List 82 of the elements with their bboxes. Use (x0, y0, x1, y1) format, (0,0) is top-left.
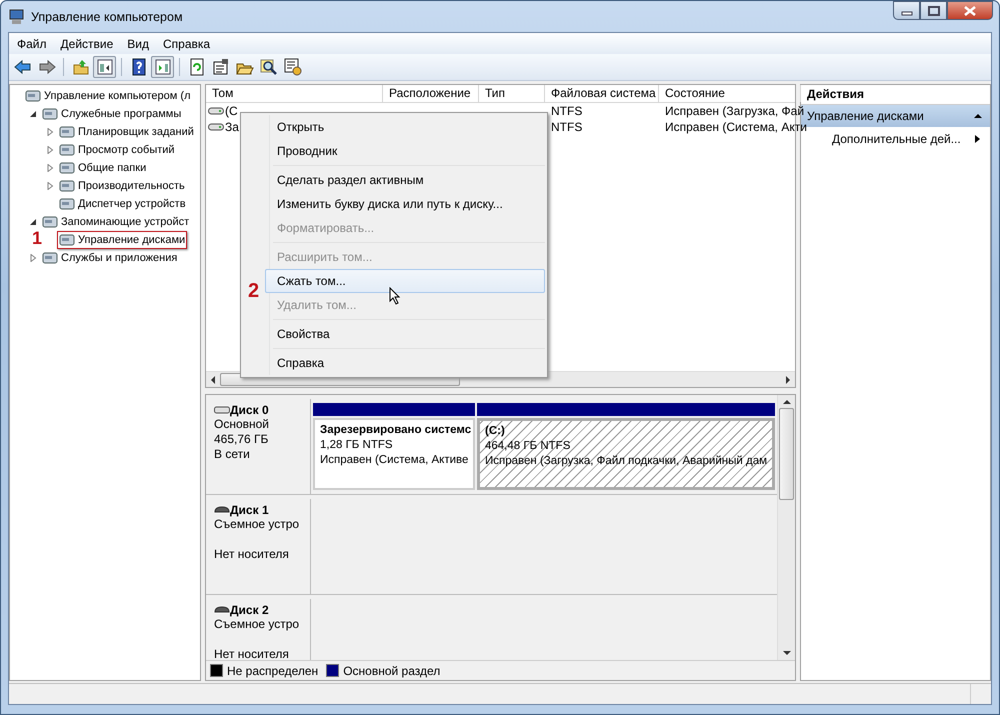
tree-item[interactable]: Служебные программы (61, 108, 182, 120)
partition-name: (C:) (485, 424, 506, 439)
tree-item[interactable]: Планировщик заданий (78, 126, 194, 138)
menu-item[interactable]: Изменить букву диска или путь к диску... (243, 192, 545, 216)
disk-type: Съемное устро (214, 517, 300, 532)
tree-item-icon (59, 178, 75, 194)
partition-status: Исправен (Система, Активе (320, 453, 468, 468)
legend-label: Не распределен (227, 664, 318, 678)
tree-item-icon (42, 106, 58, 122)
callout-number: 1 (32, 228, 42, 249)
tree-item[interactable]: Управление компьютером (л (44, 90, 190, 102)
table-cell: NTFS (551, 104, 582, 118)
partition-size: 464,48 ГБ NTFS (485, 439, 572, 454)
tree-item-icon (59, 124, 75, 140)
legend-label: Основной раздел (343, 664, 440, 678)
window-title: Управление компьютером (31, 10, 183, 24)
menu-item[interactable]: Открыть (243, 115, 545, 139)
tree-item-icon (25, 88, 41, 104)
tree-item[interactable]: Запоминающие устройст (61, 216, 190, 228)
tree-item-icon (42, 214, 58, 230)
scroll-down-icon[interactable] (782, 650, 790, 656)
disk-type: Основной (214, 417, 270, 432)
collapse-icon (974, 113, 982, 119)
drive-icon (208, 122, 224, 132)
removable-drive-icon (214, 505, 230, 515)
table-cell: NTFS (551, 120, 582, 134)
tree-item-icon (59, 160, 75, 176)
tree-item-icon (59, 142, 75, 158)
disk-type: Съемное устро (214, 617, 300, 632)
disk-name: Диск 0 (230, 403, 269, 417)
table-cell: За (225, 120, 239, 134)
column-header[interactable]: Расположение (383, 85, 479, 102)
disk-name: Диск 1 (230, 503, 269, 517)
mouse-pointer-icon (389, 287, 401, 305)
column-header[interactable]: Тип (479, 85, 545, 102)
maximize-button[interactable] (920, 1, 947, 20)
tree-item[interactable]: Диспетчер устройств (78, 198, 186, 210)
tree-item-icon (59, 232, 75, 248)
disk-size: 465,76 ГБ (214, 432, 270, 447)
menu-item[interactable]: Сжать том... (265, 269, 545, 293)
computer-icon (9, 8, 25, 24)
expander-icon[interactable] (29, 110, 37, 118)
menu-item[interactable]: Сделать раздел активным (243, 168, 545, 192)
tree-item-icon (59, 196, 75, 212)
vertical-scrollbar[interactable] (777, 395, 795, 660)
disk-status: Нет носителя (214, 547, 290, 562)
tree-button[interactable] (93, 56, 116, 78)
tree-item[interactable]: Просмотр событий (78, 144, 175, 156)
menu-item[interactable]: Свойства (243, 322, 545, 346)
menu-item[interactable]: Вид (121, 34, 155, 52)
partition-size: 1,28 ГБ NTFS (320, 438, 394, 453)
action-link[interactable]: Дополнительные дей... (832, 132, 961, 146)
close-button[interactable] (947, 1, 993, 20)
tree-item[interactable]: Службы и приложения (61, 252, 178, 264)
scroll-right-icon[interactable] (785, 376, 791, 384)
tree-item[interactable]: Общие папки (78, 162, 146, 174)
maximize-icon (928, 6, 940, 16)
menu-item[interactable]: Справка (243, 351, 545, 375)
column-header[interactable]: Файловая система (545, 85, 659, 102)
disk-name: Диск 2 (230, 603, 269, 617)
callout-number: 2 (248, 280, 260, 302)
disk-status: В сети (214, 447, 251, 462)
minimize-button[interactable] (893, 1, 920, 20)
menu-item[interactable]: Справка (157, 34, 216, 52)
column-header[interactable]: Том (206, 85, 383, 102)
submenu-arrow-icon (975, 135, 980, 143)
table-cell: (C (225, 104, 238, 118)
menu-item[interactable]: Файл (11, 34, 53, 52)
menu-item[interactable]: Проводник (243, 139, 545, 163)
close-icon (963, 6, 977, 16)
scroll-up-icon[interactable] (782, 399, 790, 405)
menu-item[interactable]: Действие (54, 34, 120, 52)
disk-status: Нет носителя (214, 647, 290, 660)
tree-item[interactable]: Производительность (78, 180, 185, 192)
panel-button[interactable] (151, 56, 174, 78)
drive-icon (214, 405, 230, 415)
tree-item-icon (42, 250, 58, 266)
drive-icon (208, 106, 224, 116)
scroll-left-icon[interactable] (210, 376, 216, 384)
expander-icon[interactable] (29, 218, 37, 226)
partition-status: Исправен (Загрузка, Файл подкачки, Аварийный дам (485, 454, 768, 469)
removable-drive-icon (214, 605, 230, 615)
